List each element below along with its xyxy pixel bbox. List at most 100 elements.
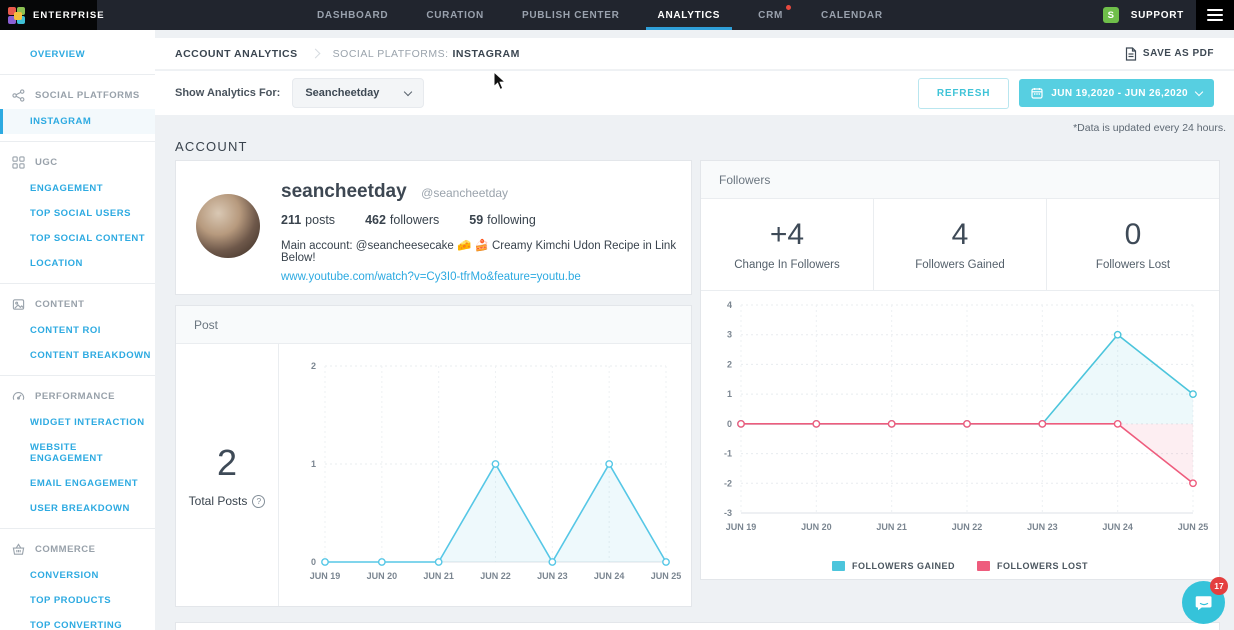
chart-legend: FOLLOWERS GAINED FOLLOWERS LOST xyxy=(701,550,1219,582)
sidebar-item-top-social-content[interactable]: TOP SOCIAL CONTENT xyxy=(0,226,155,251)
nav-item-dashboard[interactable]: DASHBOARD xyxy=(313,0,392,30)
svg-text:JUN 22: JUN 22 xyxy=(480,571,511,581)
account-stats: 211posts 462followers 59following xyxy=(281,213,677,227)
basket-icon xyxy=(12,543,25,556)
control-bar: Show Analytics For: Seancheetday REFRESH… xyxy=(155,71,1234,115)
sidebar-item-instagram[interactable]: INSTAGRAM xyxy=(0,109,155,134)
sidebar-item-user-breakdown[interactable]: USER BREAKDOWN xyxy=(0,496,155,521)
help-icon[interactable]: ? xyxy=(252,495,265,508)
account-select-dropdown[interactable]: Seancheetday xyxy=(292,78,424,108)
svg-text:-2: -2 xyxy=(724,478,732,488)
sidebar-item-top-converting-content[interactable]: TOP CONVERTING CONTENT xyxy=(0,613,155,630)
calendar-icon xyxy=(1031,87,1043,99)
sidebar-item-content-breakdown[interactable]: CONTENT BREAKDOWN xyxy=(0,343,155,368)
chat-icon xyxy=(1194,593,1214,613)
document-icon xyxy=(1125,47,1137,61)
chat-bubble-button[interactable]: 17 xyxy=(1182,581,1225,624)
following-count: 59following xyxy=(469,213,536,227)
gauge-icon xyxy=(12,390,25,403)
total-posts-summary: 2 Total Posts ? xyxy=(176,344,279,606)
chevron-down-icon xyxy=(1195,88,1203,96)
sidebar-section-commerce: COMMERCE xyxy=(0,536,155,563)
svg-text:2: 2 xyxy=(311,361,316,371)
sidebar-item-conversion[interactable]: CONVERSION xyxy=(0,563,155,588)
legend-followers-lost: FOLLOWERS LOST xyxy=(977,561,1088,571)
enterprise-logo-icon xyxy=(8,7,25,24)
svg-text:1: 1 xyxy=(727,389,732,399)
sidebar-item-overview[interactable]: OVERVIEW xyxy=(0,42,155,67)
breadcrumb: ACCOUNT ANALYTICS SOCIAL PLATFORMS: INST… xyxy=(155,38,1234,70)
nav-item-calendar[interactable]: CALENDAR xyxy=(817,0,887,30)
posts-count: 211posts xyxy=(281,213,335,227)
stat-change-in-followers: +4 Change In Followers xyxy=(701,199,873,290)
account-selected-value: Seancheetday xyxy=(305,87,379,99)
avatar xyxy=(196,194,260,258)
stat-followers-gained: 4 Followers Gained xyxy=(873,199,1046,290)
account-card: seancheetday @seancheetday 211posts 462f… xyxy=(175,160,692,295)
account-bio-link[interactable]: www.youtube.com/watch?v=Cy3I0-tfrMo&feat… xyxy=(281,271,677,283)
svg-text:-3: -3 xyxy=(724,508,732,518)
nav-item-curation[interactable]: CURATION xyxy=(422,0,488,30)
sidebar-item-engagement[interactable]: ENGAGEMENT xyxy=(0,176,155,201)
svg-text:JUN 19: JUN 19 xyxy=(726,522,757,532)
divider xyxy=(0,283,155,284)
brand-name: ENTERPRISE xyxy=(33,10,105,21)
support-link[interactable]: SUPPORT xyxy=(1131,10,1184,21)
breadcrumb-section-prefix: SOCIAL PLATFORMS: xyxy=(333,48,449,60)
save-as-pdf-button[interactable]: SAVE AS PDF xyxy=(1125,47,1214,61)
posts-chart: 012JUN 19JUN 20JUN 21JUN 22JUN 23JUN 24J… xyxy=(279,344,690,606)
nav-right: S SUPPORT xyxy=(1103,0,1234,30)
nav-menu: DASHBOARD CURATION PUBLISH CENTER ANALYT… xyxy=(97,0,1103,30)
post-card-header: Post xyxy=(176,306,691,344)
breadcrumb-account-analytics[interactable]: ACCOUNT ANALYTICS xyxy=(175,48,298,60)
total-posts-label: Total Posts ? xyxy=(189,494,266,508)
account-bio: Main account: @seancheesecake 🧀 🍰 Creamy… xyxy=(281,238,677,264)
refresh-button[interactable]: REFRESH xyxy=(918,78,1009,109)
legend-swatch-gained xyxy=(832,561,845,571)
stat-followers-lost: 0 Followers Lost xyxy=(1046,199,1219,290)
data-update-note: *Data is updated every 24 hours. xyxy=(1073,122,1226,134)
chevron-down-icon xyxy=(404,87,412,95)
sidebar-section-content: CONTENT xyxy=(0,291,155,318)
svg-text:2: 2 xyxy=(727,359,732,369)
grid-icon xyxy=(12,156,25,169)
nav-item-crm[interactable]: CRM xyxy=(754,0,787,30)
divider xyxy=(0,74,155,75)
sidebar-item-website-engagement[interactable]: WEBSITE ENGAGEMENT xyxy=(0,435,155,471)
total-posts-value: 2 xyxy=(217,442,237,484)
svg-text:0: 0 xyxy=(727,419,732,429)
followers-card-header: Followers xyxy=(701,161,1219,199)
divider xyxy=(0,141,155,142)
account-handle: @seancheetday xyxy=(421,186,508,200)
svg-text:JUN 19: JUN 19 xyxy=(310,571,341,581)
svg-text:JUN 23: JUN 23 xyxy=(1027,522,1058,532)
top-nav: ENTERPRISE DASHBOARD CURATION PUBLISH CE… xyxy=(0,0,1234,30)
hamburger-menu-icon[interactable] xyxy=(1196,0,1234,30)
svg-text:JUN 24: JUN 24 xyxy=(594,571,625,581)
share-icon xyxy=(12,89,25,102)
brand[interactable]: ENTERPRISE xyxy=(0,0,97,30)
sidebar-item-content-roi[interactable]: CONTENT ROI xyxy=(0,318,155,343)
sidebar-item-top-social-users[interactable]: TOP SOCIAL USERS xyxy=(0,201,155,226)
sidebar-item-location[interactable]: LOCATION xyxy=(0,251,155,276)
nav-item-analytics[interactable]: ANALYTICS xyxy=(654,0,725,30)
svg-text:-1: -1 xyxy=(724,449,732,459)
svg-text:JUN 23: JUN 23 xyxy=(537,571,568,581)
svg-text:JUN 22: JUN 22 xyxy=(952,522,983,532)
user-avatar-badge[interactable]: S xyxy=(1103,7,1119,23)
nav-item-publish-center[interactable]: PUBLISH CENTER xyxy=(518,0,624,30)
svg-text:JUN 25: JUN 25 xyxy=(651,571,682,581)
notification-dot xyxy=(786,5,791,10)
sidebar-section-performance: PERFORMANCE xyxy=(0,383,155,410)
sidebar-item-email-engagement[interactable]: EMAIL ENGAGEMENT xyxy=(0,471,155,496)
followers-chart: -3-2-101234JUN 19JUN 20JUN 21JUN 22JUN 2… xyxy=(701,291,1219,545)
chat-unread-badge: 17 xyxy=(1210,577,1228,595)
sidebar-item-top-products[interactable]: TOP PRODUCTS xyxy=(0,588,155,613)
date-range-button[interactable]: JUN 19,2020 - JUN 26,2020 xyxy=(1019,79,1214,107)
page-title: ACCOUNT xyxy=(175,139,248,154)
sidebar-item-widget-interaction[interactable]: WIDGET INTERACTION xyxy=(0,410,155,435)
main-content: ACCOUNT ANALYTICS SOCIAL PLATFORMS: INST… xyxy=(155,30,1234,630)
followers-stats-row: +4 Change In Followers 4 Followers Gaine… xyxy=(701,199,1219,291)
divider xyxy=(0,375,155,376)
sidebar: OVERVIEW SOCIAL PLATFORMS INSTAGRAM UGC … xyxy=(0,30,155,630)
